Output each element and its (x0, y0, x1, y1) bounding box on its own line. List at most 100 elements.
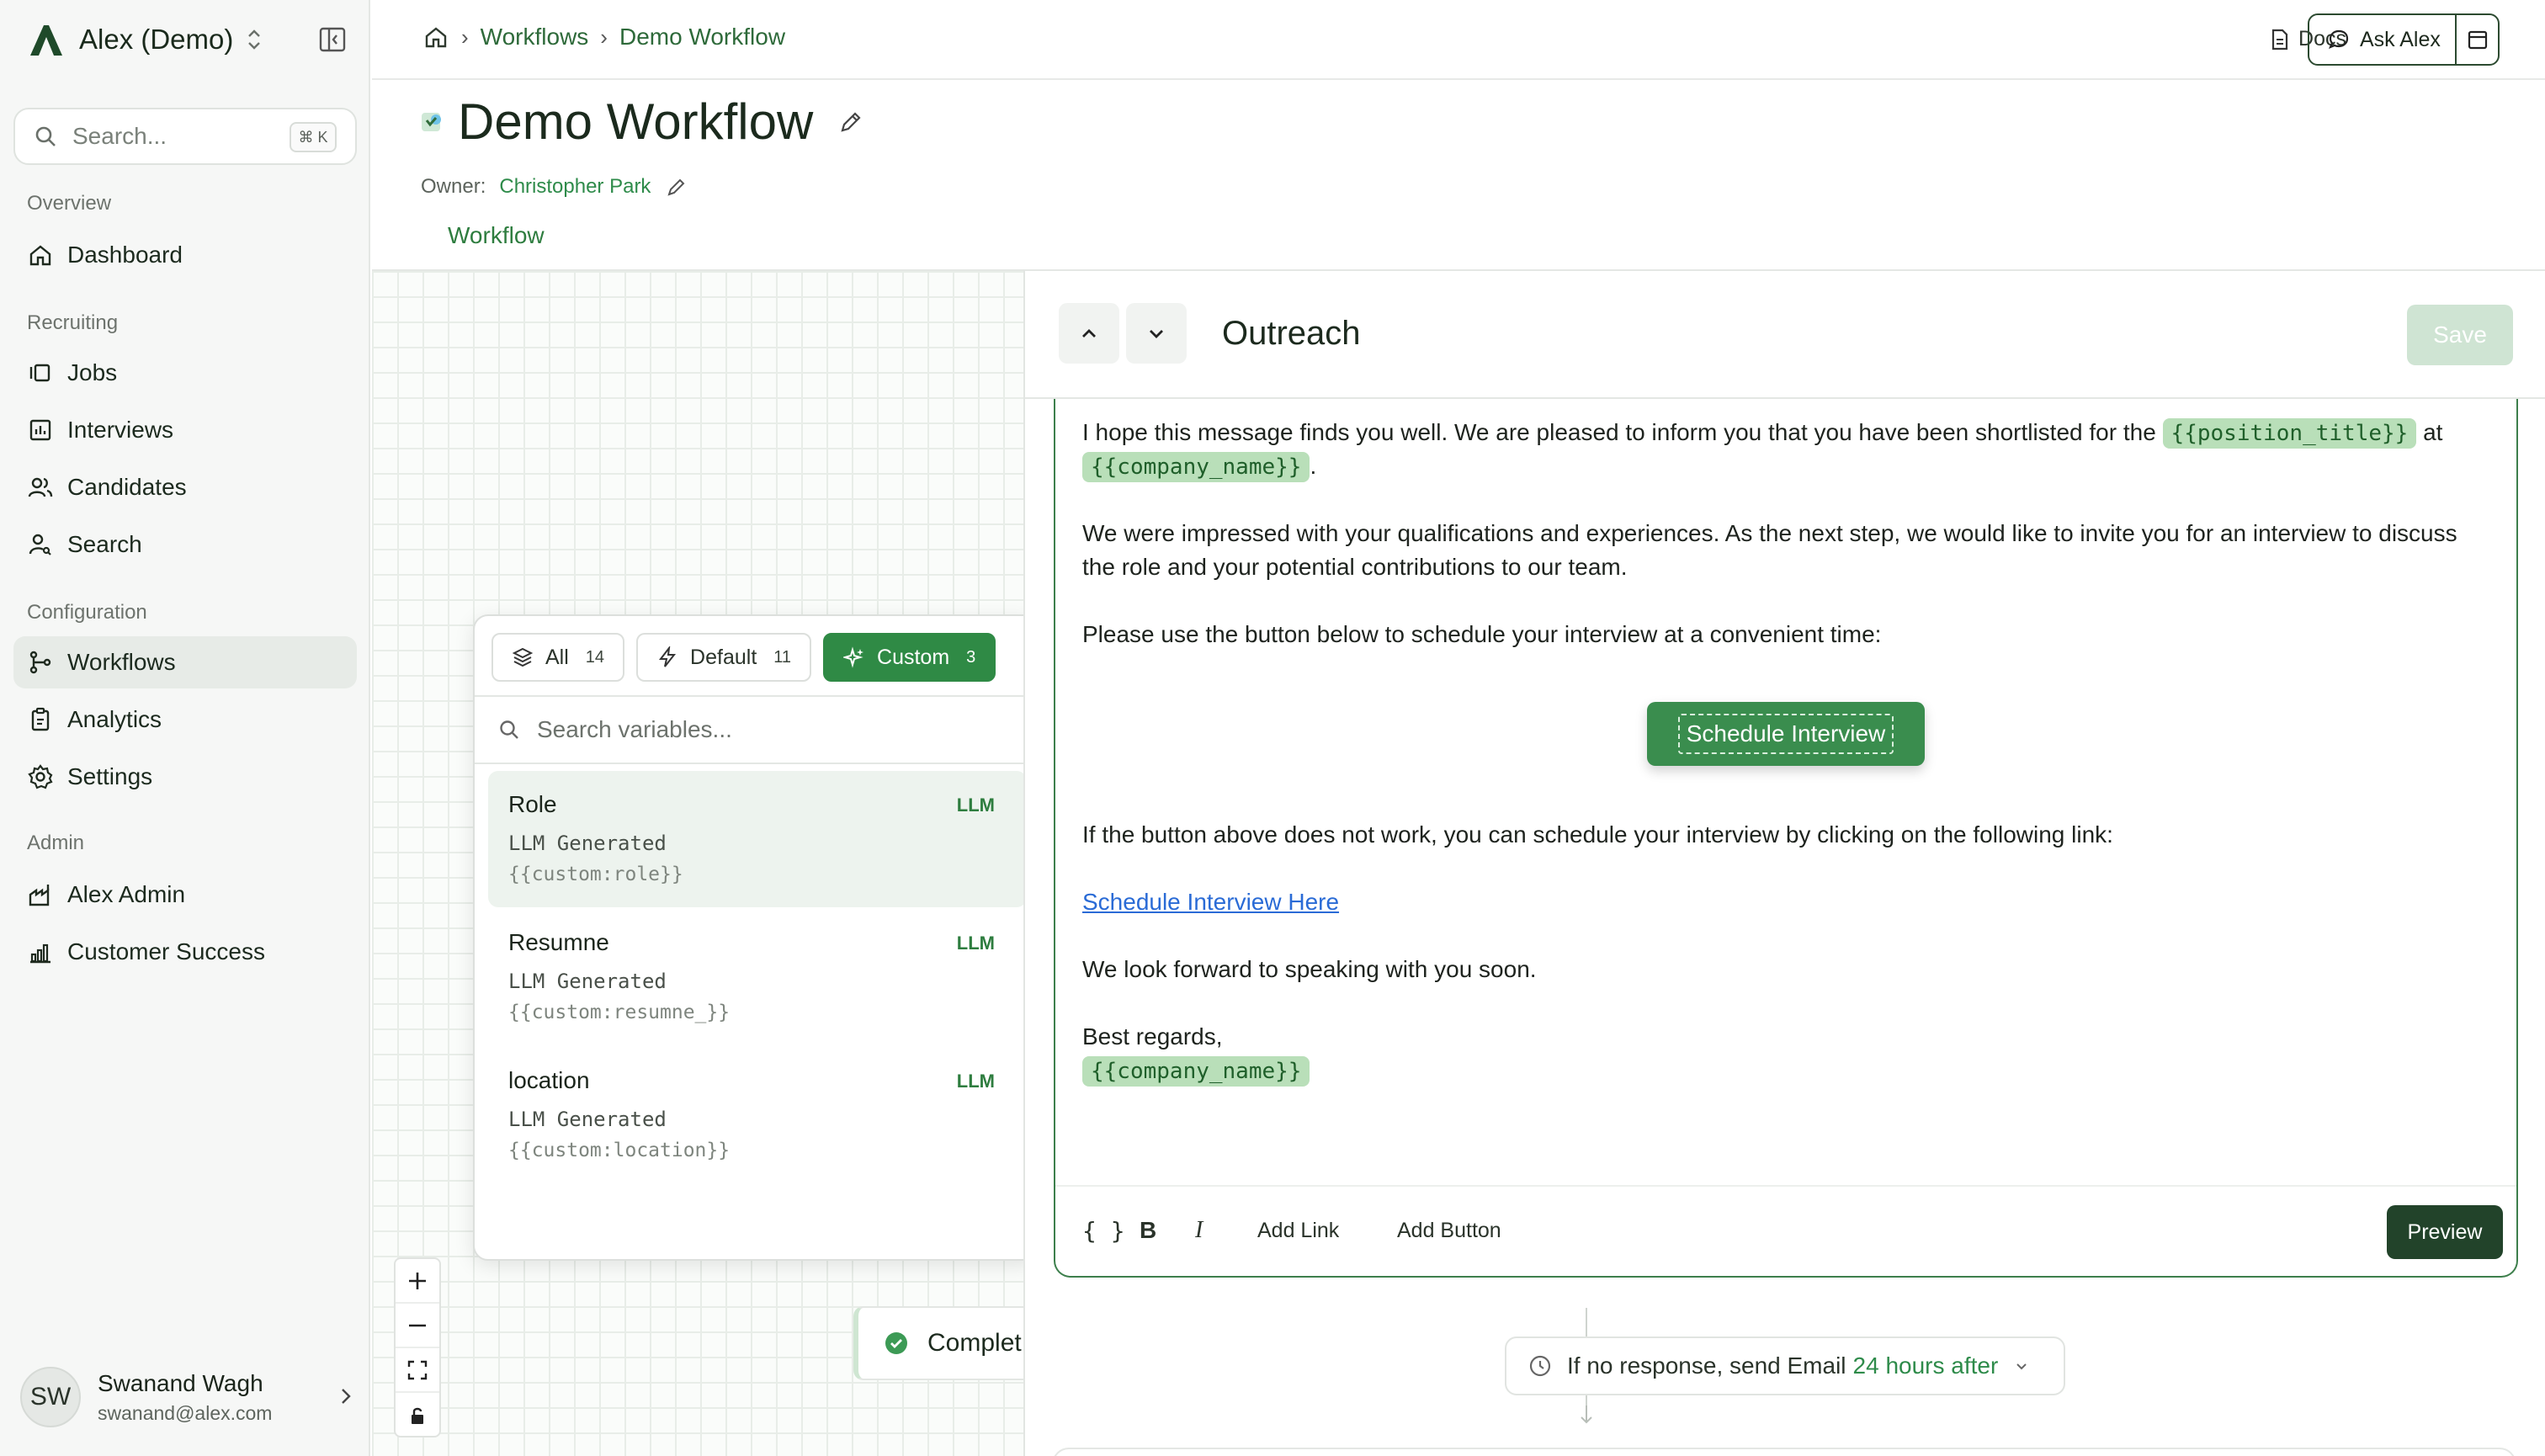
schedule-interview-link[interactable]: Schedule Interview Here (1082, 889, 1339, 915)
variable-chip-position-title[interactable]: {{position_title}} (2162, 418, 2417, 449)
user-menu[interactable]: SW Swanand Wagh swanand@alex.com (20, 1363, 357, 1431)
variable-name: Role (508, 791, 557, 817)
user-search-icon (29, 534, 51, 555)
email-paragraph: Please use the button below to schedule … (1082, 621, 1882, 647)
email-body-lower[interactable]: If the button above does not work, you c… (1082, 818, 2496, 1087)
sidebar-item-jobs[interactable]: Jobs (13, 347, 357, 399)
sidebar-item-workflows[interactable]: Workflows (13, 636, 357, 688)
home-icon[interactable] (422, 24, 449, 50)
section-admin: Admin (27, 832, 85, 854)
email-paragraph: We were impressed with your qualificatio… (1082, 520, 2457, 580)
tab-all[interactable]: All 14 (491, 633, 625, 682)
zoom-in-button[interactable] (396, 1259, 439, 1304)
variable-item-role[interactable]: Role LLM LLM Generated {{custom:role}} (488, 771, 1027, 907)
follow-up-rule[interactable]: If no response, send Email 24 hours afte… (1505, 1336, 2065, 1395)
follow-up-delay: 24 hours after (1852, 1352, 1999, 1379)
sidebar-item-alex-admin[interactable]: Alex Admin (13, 869, 357, 921)
variable-search-input[interactable]: Search variables... (475, 695, 1037, 764)
sidebar-item-candidates[interactable]: Candidates (13, 461, 357, 513)
schedule-interview-label: Schedule Interview (1677, 714, 1894, 754)
email-body[interactable]: I hope this message finds you well. We a… (1082, 416, 2496, 651)
add-link-button[interactable]: Add Link (1257, 1219, 1339, 1243)
tab-default[interactable]: Default 11 (636, 633, 812, 682)
step-editor-panel: Outreach Save I hope this message finds … (1023, 269, 2545, 1456)
tab-custom[interactable]: Custom 3 (823, 633, 996, 682)
variable-item-resumne[interactable]: Resumne LLM LLM Generated {{custom:resum… (488, 909, 1027, 1045)
insert-variable-button[interactable]: { } (1082, 1217, 1125, 1245)
email-paragraph: We look forward to speaking with you soo… (1082, 956, 1537, 982)
arrow-down-icon (1581, 1406, 1592, 1424)
workspace-switcher[interactable]: Alex (Demo) (27, 19, 347, 61)
variable-filter-tabs: All 14 Default 11 Custom 3 (491, 633, 996, 682)
sidebar-item-interviews[interactable]: Interviews (13, 404, 357, 456)
breadcrumb: › Workflows › Demo Workflow (422, 24, 785, 50)
sidebar-item-search[interactable]: Search (13, 518, 357, 571)
fit-view-button[interactable] (396, 1348, 439, 1393)
breadcrumb-separator-icon: › (600, 24, 608, 50)
sidebar-item-label: Settings (67, 763, 153, 789)
add-button-button[interactable]: Add Button (1397, 1219, 1501, 1243)
top-bar: › Workflows › Demo Workflow Docs Ask Ale… (372, 0, 2545, 80)
sidebar-item-label: Customer Success (67, 938, 265, 964)
variable-chip-company-name[interactable]: {{company_name}} (1082, 452, 1310, 482)
chevron-up-icon (1082, 329, 1096, 337)
search-placeholder: Search... (72, 123, 167, 149)
breadcrumb-workflows[interactable]: Workflows (481, 24, 589, 50)
lock-button[interactable] (396, 1393, 439, 1437)
chat-bubble-icon (2329, 29, 2349, 49)
variable-item-location[interactable]: location LLM LLM Generated {{custom:loca… (488, 1047, 1027, 1183)
sidebar-item-dashboard[interactable]: Dashboard (13, 229, 357, 281)
lightning-icon (659, 646, 677, 667)
owner-label: Owner: (421, 175, 486, 198)
variable-tag: LLM (956, 1071, 995, 1092)
variable-chip-company-name[interactable]: {{company_name}} (1082, 1056, 1310, 1087)
chevron-up-down-icon (248, 29, 261, 50)
ask-alex-button-group: Ask Alex (2308, 13, 2500, 66)
variables-popup: All 14 Default 11 Custom 3 Search variab… (473, 614, 1039, 1261)
save-button[interactable]: Save (2407, 305, 2513, 365)
email-signoff: Best regards, (1082, 1023, 1223, 1049)
previous-step-button[interactable] (1059, 303, 1119, 364)
sidebar-item-settings[interactable]: Settings (13, 751, 357, 803)
next-step-card[interactable] (1052, 1448, 2516, 1456)
tab-workflow[interactable]: Workflow (448, 222, 545, 249)
panel-toggle-button[interactable] (2457, 29, 2498, 50)
email-editor[interactable]: I hope this message finds you well. We a… (1054, 399, 2518, 1278)
users-icon (28, 477, 53, 497)
clock-icon (1529, 1355, 1551, 1377)
user-name: Swanand Wagh (98, 1369, 263, 1396)
next-step-button[interactable] (1126, 303, 1187, 364)
sidebar-item-label: Interviews (67, 417, 174, 443)
bold-button[interactable]: B (1140, 1217, 1156, 1244)
gear-icon (28, 764, 53, 789)
chart-box-icon (29, 419, 51, 441)
ask-alex-button[interactable]: Ask Alex (2309, 28, 2455, 52)
email-text: I hope this message finds you well. We a… (1082, 419, 2156, 445)
bar-chart-icon (30, 943, 50, 964)
tab-count: 11 (773, 647, 792, 667)
owner-row: Owner: Christopher Park (421, 175, 688, 199)
sidebar-item-analytics[interactable]: Analytics (13, 693, 357, 746)
search-input[interactable]: Search... ⌘ K (13, 108, 357, 165)
variable-key: {{custom:location}} (508, 1140, 731, 1161)
schedule-interview-button[interactable]: Schedule Interview (1647, 702, 1925, 766)
email-button-row: Schedule Interview (1055, 702, 2516, 766)
workflow-badge-icon (422, 112, 441, 131)
variable-key: {{custom:role}} (508, 864, 683, 885)
email-paragraph: If the button above does not work, you c… (1082, 821, 2113, 848)
edit-pencil-icon[interactable] (838, 109, 863, 135)
breadcrumb-current: Demo Workflow (619, 24, 786, 50)
sidebar-item-customer-success[interactable]: Customer Success (13, 926, 357, 978)
complete-node[interactable]: Complet (853, 1306, 1025, 1380)
italic-button[interactable]: I (1195, 1217, 1203, 1244)
sidebar-collapse-icon[interactable] (318, 25, 347, 54)
alex-logo-icon (30, 25, 62, 56)
preview-button[interactable]: Preview (2387, 1205, 2503, 1259)
zoom-out-button[interactable] (396, 1304, 439, 1348)
edit-pencil-icon[interactable] (666, 176, 688, 198)
page-title-row: Demo Workflow (419, 93, 863, 151)
check-circle-icon (885, 1332, 907, 1354)
plus-icon (409, 1272, 426, 1289)
owner-name[interactable]: Christopher Park (499, 175, 651, 199)
variable-source: LLM Generated (508, 832, 667, 855)
